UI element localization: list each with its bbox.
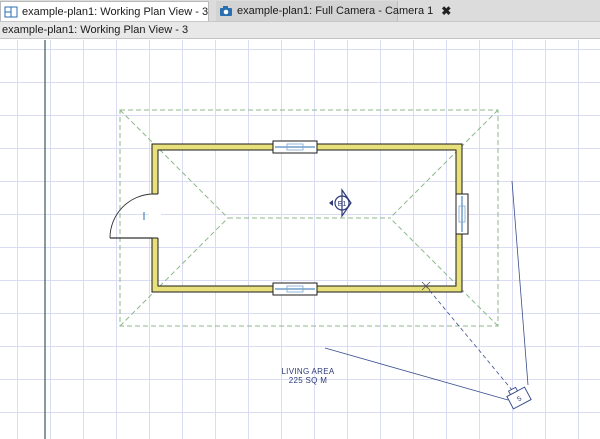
tab-label: example-plan1: Full Camera - Camera 1 bbox=[237, 5, 434, 17]
plan-view-icon bbox=[4, 6, 18, 17]
camera-symbol[interactable]: 5 bbox=[505, 384, 532, 410]
tab-full-camera[interactable]: example-plan1: Full Camera - Camera 1 ✖ bbox=[216, 1, 451, 21]
tab-label: example-plan1: Working Plan View - 3 bbox=[22, 5, 209, 18]
room-name: LIVING AREA bbox=[281, 367, 335, 376]
elevation-marker[interactable]: E1 bbox=[329, 188, 352, 218]
plan-canvas[interactable]: E1 5 LIVING AREA 225 SQ M bbox=[0, 40, 600, 439]
window-right[interactable] bbox=[455, 193, 469, 235]
camera-icon bbox=[220, 6, 232, 16]
exterior-walls[interactable] bbox=[151, 143, 463, 293]
view-title: example-plan1: Working Plan View - 3 bbox=[0, 22, 600, 39]
tab-bar: example-plan1: Working Plan View - 3 ✖ e… bbox=[0, 0, 600, 22]
window-top[interactable] bbox=[272, 140, 318, 154]
room-label[interactable]: LIVING AREA 225 SQ M bbox=[268, 367, 348, 385]
close-icon[interactable]: ✖ bbox=[441, 4, 451, 18]
tab-working-plan-view[interactable]: example-plan1: Working Plan View - 3 ✖ bbox=[0, 1, 226, 21]
elevation-marker-label: E1 bbox=[338, 201, 347, 208]
room-area: 225 SQ M bbox=[288, 376, 328, 385]
window-bottom[interactable] bbox=[272, 282, 318, 296]
door-left[interactable] bbox=[109, 193, 161, 239]
